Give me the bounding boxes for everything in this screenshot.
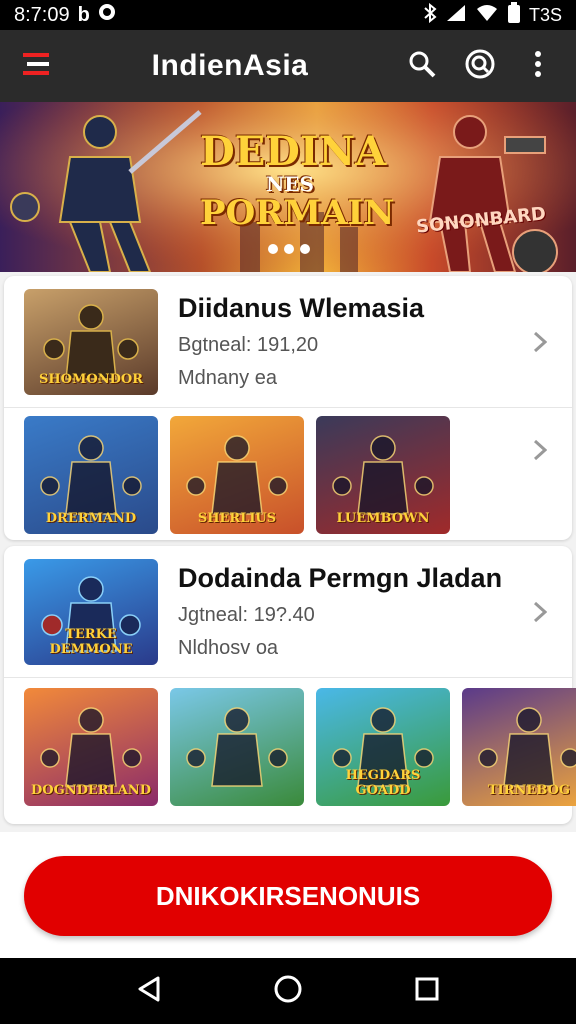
recents-square-icon [414, 976, 440, 1007]
game-tile[interactable]: TIRNEBOG [462, 688, 576, 806]
game-tile[interactable]: SHERLIUS [170, 416, 304, 534]
game-card-header[interactable]: TERKE DEMMONE Dodaindа Permgn Jladan Jgt… [4, 546, 572, 678]
carousel-dots [268, 244, 310, 254]
hero-title-line1: DEDINA [200, 128, 387, 175]
wifi-icon [475, 3, 499, 28]
game-card: SHOMONDOR Diidanus Wlemasia Bgtneal: 191… [4, 276, 572, 540]
game-card: TERKE DEMMONE Dodaindа Permgn Jladan Jgt… [4, 546, 576, 824]
scan-button[interactable] [460, 46, 500, 86]
app-title: IndienAsia [151, 49, 309, 82]
hamburger-menu-icon [23, 51, 53, 82]
tile-label: SHERLIUS [197, 511, 277, 526]
more-options-button[interactable] [518, 46, 558, 86]
game-tiles-row: DOGNDERLAND HEGDARS GOADD TIRNEBOG [24, 688, 576, 806]
game-tile[interactable]: LUEMBOWN [316, 416, 450, 534]
tile-label: DRERMAND [45, 511, 137, 526]
thumbnail-label: TERKE DEMMONE [49, 626, 133, 657]
hero-title-line3: PORMAIN [200, 193, 395, 233]
game-subtitle: Mdnany ea [178, 367, 277, 389]
chat-bubble-icon [98, 3, 116, 27]
tile-label: TIRNEBOG [487, 783, 570, 798]
game-subtitle: Nldhosv oa [178, 637, 279, 659]
carousel-dot[interactable] [300, 244, 310, 254]
cta-container: DNIKOKIRSENONUIS [0, 832, 576, 958]
scan-search-icon [464, 48, 496, 85]
back-triangle-icon [136, 975, 162, 1008]
home-button[interactable] [270, 973, 306, 1009]
battery-icon [507, 1, 521, 29]
game-title: Dodaindа Permgn Jladan [178, 563, 503, 593]
more-vertical-icon [534, 50, 542, 83]
game-meta: Jgtneal: 19?.40 [178, 604, 315, 626]
recents-button[interactable] [409, 973, 445, 1009]
back-button[interactable] [131, 973, 167, 1009]
bluetooth-icon [423, 2, 437, 28]
game-tile[interactable] [170, 688, 304, 806]
hero-title: DEDINA NES PORMAIN [200, 128, 395, 233]
tile-artwork [186, 707, 288, 787]
chevron-right-icon[interactable] [528, 330, 552, 354]
thumbnail-label: SHOMONDOR [39, 371, 143, 387]
carousel-dot[interactable] [284, 244, 294, 254]
system-nav-bar [0, 958, 576, 1024]
primary-cta-button[interactable]: DNIKOKIRSENONUIS [24, 856, 552, 936]
signal-icon [445, 3, 467, 28]
menu-button[interactable] [18, 46, 58, 86]
app-bar: IndienAsia [0, 30, 576, 102]
game-title: Diidanus Wlemasia [178, 293, 425, 323]
status-time: 8:7:09 [14, 3, 70, 26]
search-icon [408, 50, 436, 83]
search-button[interactable] [402, 46, 442, 86]
hero-title-line2: NES [266, 172, 314, 196]
b-icon: b [77, 3, 90, 26]
tile-label: DOGNDERLAND [31, 783, 151, 798]
game-meta: Bgtneal: 191,20 [178, 334, 319, 356]
game-card-header[interactable]: SHOMONDOR Diidanus Wlemasia Bgtneal: 191… [4, 276, 572, 408]
game-thumbnail[interactable]: SHOMONDOR [24, 288, 158, 395]
status-bar: 8:7:09 b T3S [0, 0, 576, 30]
game-tile[interactable]: DRERMAND [24, 416, 158, 534]
tile-label: HEGDARS GOADD [345, 768, 421, 798]
game-tiles-row: DRERMAND SHERLIUS LUEMBOWN [24, 416, 450, 534]
game-thumbnail[interactable]: TERKE DEMMONE [24, 558, 158, 665]
chevron-right-icon[interactable] [528, 600, 552, 624]
status-right-text: T3S [528, 4, 562, 25]
game-tile[interactable]: DOGNDERLAND [24, 688, 158, 806]
chevron-right-icon[interactable] [528, 438, 552, 462]
tile-label: LUEMBOWN [336, 511, 430, 526]
carousel-dot[interactable] [268, 244, 278, 254]
game-tile[interactable]: HEGDARS GOADD [316, 688, 450, 806]
home-circle-icon [273, 974, 303, 1009]
